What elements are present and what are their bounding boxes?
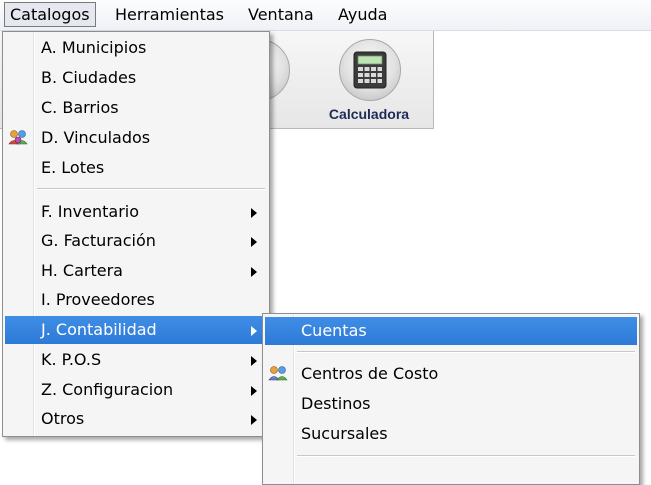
menu-item-label: D. Vinculados [41, 128, 151, 147]
menu-item-label: C. Barrios [41, 98, 119, 117]
menu-ventana[interactable]: Ventana [243, 2, 319, 27]
submenu-arrow-icon [251, 208, 257, 218]
menu-item-barrios[interactable]: C. Barrios [5, 94, 267, 122]
submenu-item-centros-de-costo[interactable]: Centros de Costo [265, 360, 637, 388]
calculator-label: Calculadora [328, 106, 410, 122]
submenu-arrow-icon [251, 386, 257, 396]
menu-herramientas[interactable]: Herramientas [110, 2, 229, 27]
menu-item-label: Destinos [301, 394, 371, 413]
submenu-item-destinos[interactable]: Destinos [265, 390, 637, 418]
menu-item-label: J. Contabilidad [41, 320, 157, 339]
menu-item-municipios[interactable]: A. Municipios [5, 34, 267, 62]
users-icon [8, 130, 28, 145]
submenu-arrow-icon [251, 326, 257, 336]
users-icon [268, 366, 288, 381]
menu-ayuda[interactable]: Ayuda [333, 2, 392, 27]
contabilidad-submenu: Cuentas Centros de Costo Destinos Sucurs… [262, 313, 640, 485]
menu-item-label: G. Facturación [41, 231, 156, 250]
menu-item-label: Cuentas [301, 321, 367, 340]
catalogos-dropdown: A. Municipios B. Ciudades C. Barrios D. … [2, 31, 270, 437]
submenu-item-sucursales[interactable]: Sucursales [265, 420, 637, 448]
menu-item-label: Otros [41, 409, 85, 428]
submenu-item-cuentas[interactable]: Cuentas [265, 317, 637, 345]
menu-item-label: A. Municipios [41, 38, 147, 57]
submenu-arrow-icon [251, 415, 257, 425]
menu-item-label: K. P.O.S [41, 350, 102, 369]
menu-item-label: Centros de Costo [301, 364, 439, 383]
submenu-arrow-icon [251, 356, 257, 366]
menu-item-label: F. Inventario [41, 202, 140, 221]
menu-bar: Catalogos Herramientas Ventana Ayuda [0, 0, 651, 31]
menu-item-otros[interactable]: Otros [5, 405, 267, 433]
menu-item-cartera[interactable]: H. Cartera [5, 257, 267, 285]
menu-item-label: I. Proveedores [41, 290, 155, 309]
calculator-icon-circle [339, 39, 401, 101]
menu-item-label: E. Lotes [41, 158, 105, 177]
menu-catalogos[interactable]: Catalogos [4, 2, 96, 27]
menu-item-label: H. Cartera [41, 261, 123, 280]
menu-item-configuracion[interactable]: Z. Configuracion [5, 376, 267, 404]
menu-item-ciudades[interactable]: B. Ciudades [5, 64, 267, 92]
menu-item-lotes[interactable]: E. Lotes [5, 154, 267, 182]
menu-item-label: Z. Configuracion [41, 380, 174, 399]
menu-item-label: B. Ciudades [41, 68, 137, 87]
menu-item-vinculados[interactable]: D. Vinculados [5, 124, 267, 152]
menu-item-contabilidad[interactable]: J. Contabilidad [5, 316, 267, 344]
calculator-button[interactable]: Calculadora [321, 37, 417, 123]
calculator-icon [353, 51, 387, 89]
submenu-arrow-icon [251, 237, 257, 247]
menu-item-label: Sucursales [301, 424, 388, 443]
menu-item-pos[interactable]: K. P.O.S [5, 346, 267, 374]
menu-item-inventario[interactable]: F. Inventario [5, 198, 267, 226]
menu-separator [297, 351, 635, 353]
menu-separator [297, 455, 635, 457]
menu-item-facturacion[interactable]: G. Facturación [5, 227, 267, 255]
menu-separator [37, 188, 265, 190]
submenu-arrow-icon [251, 267, 257, 277]
menu-item-proveedores[interactable]: I. Proveedores [5, 286, 267, 314]
